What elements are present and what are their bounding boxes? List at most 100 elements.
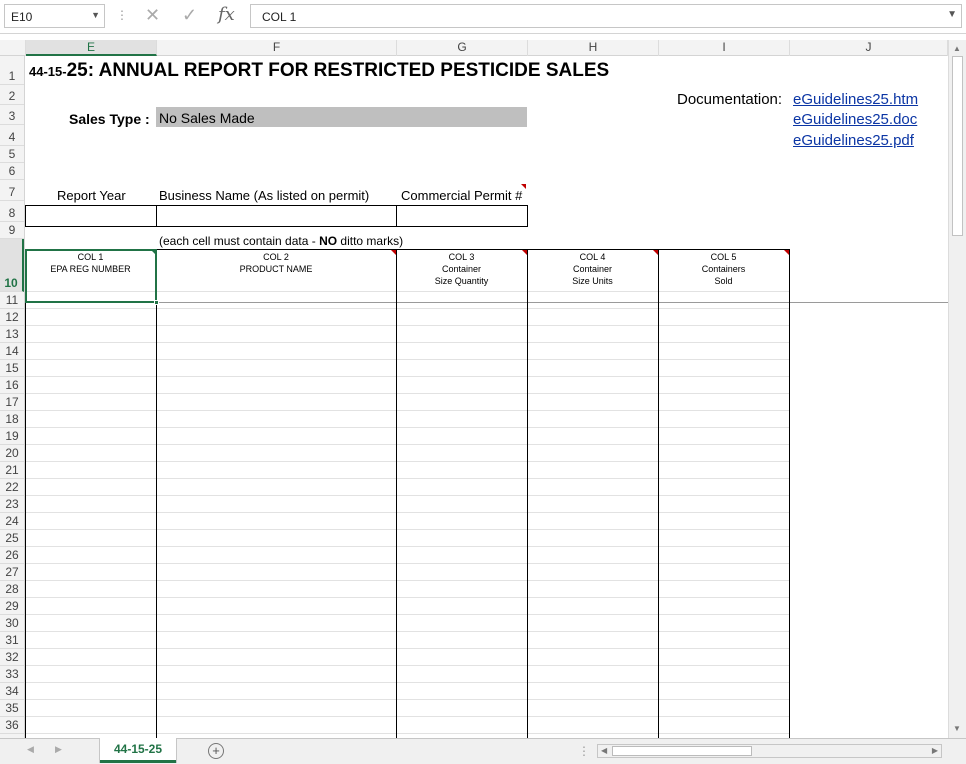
scroll-down-icon[interactable]: ▼ bbox=[953, 724, 961, 733]
row-gridline bbox=[25, 512, 790, 513]
scroll-up-icon[interactable]: ▲ bbox=[953, 44, 961, 53]
row-header-32[interactable]: 32 bbox=[0, 649, 24, 666]
row-header-22[interactable]: 22 bbox=[0, 479, 24, 496]
row-header-28[interactable]: 28 bbox=[0, 581, 24, 598]
row-header-20[interactable]: 20 bbox=[0, 445, 24, 462]
sheet-tab-bar: ◀ ▶ 44-15-25 + ⋮ ◀ ▶ bbox=[0, 738, 966, 764]
link-doc[interactable]: eGuidelines25.doc bbox=[793, 111, 917, 128]
name-box[interactable]: E10 ▼ bbox=[4, 4, 105, 28]
row-header-10[interactable]: 10 bbox=[0, 239, 24, 292]
row-header-15[interactable]: 15 bbox=[0, 360, 24, 377]
vertical-scrollbar[interactable]: ▲ ▼ bbox=[948, 40, 966, 738]
row-header-33[interactable]: 33 bbox=[0, 666, 24, 683]
row-header-8[interactable]: 8 bbox=[0, 201, 24, 222]
row-gridline bbox=[25, 495, 790, 496]
row-header-26[interactable]: 26 bbox=[0, 547, 24, 564]
column-header-g[interactable]: G bbox=[397, 40, 528, 56]
row-header-29[interactable]: 29 bbox=[0, 598, 24, 615]
row-header-1[interactable]: 1 bbox=[0, 56, 24, 85]
scroll-left-icon[interactable]: ◀ bbox=[601, 746, 607, 755]
commercial-permit-input[interactable] bbox=[396, 205, 528, 227]
row-header-35[interactable]: 35 bbox=[0, 700, 24, 717]
row-header-14[interactable]: 14 bbox=[0, 343, 24, 360]
more-options-icon[interactable]: ⋮ bbox=[116, 8, 128, 22]
row-header-18[interactable]: 18 bbox=[0, 411, 24, 428]
add-sheet-icon[interactable]: + bbox=[208, 743, 224, 759]
row-header-11[interactable]: 11 bbox=[0, 292, 24, 309]
horizontal-scroll-thumb[interactable] bbox=[612, 746, 752, 756]
select-all-corner[interactable] bbox=[0, 40, 26, 56]
sales-type-label: Sales Type : bbox=[69, 111, 150, 127]
cancel-icon[interactable]: ✕ bbox=[145, 5, 160, 26]
row-header-7[interactable]: 7 bbox=[0, 180, 24, 201]
fill-handle[interactable] bbox=[154, 300, 159, 305]
row-header-31[interactable]: 31 bbox=[0, 632, 24, 649]
column-header-j[interactable]: J bbox=[790, 40, 948, 56]
row-gridline bbox=[25, 580, 790, 581]
row-gridline bbox=[25, 410, 790, 411]
formula-value: COL 1 bbox=[262, 10, 297, 24]
row-header-4[interactable]: 4 bbox=[0, 125, 24, 146]
business-name-label: Business Name (As listed on permit) bbox=[159, 188, 370, 203]
horizontal-scrollbar[interactable]: ◀ ▶ bbox=[597, 744, 942, 758]
row-header-13[interactable]: 13 bbox=[0, 326, 24, 343]
sales-type-value: No Sales Made bbox=[159, 110, 255, 126]
expand-formula-icon[interactable]: ▼ bbox=[947, 9, 957, 20]
tab-prev-icon[interactable]: ◀ bbox=[27, 744, 34, 755]
col2-title: COL 2 bbox=[263, 252, 289, 262]
row-header-21[interactable]: 21 bbox=[0, 462, 24, 479]
row-header-34[interactable]: 34 bbox=[0, 683, 24, 700]
active-cell[interactable] bbox=[25, 249, 157, 303]
formula-input[interactable]: COL 1 ▼ bbox=[250, 4, 962, 28]
tab-44-15-25[interactable]: 44-15-25 bbox=[100, 738, 176, 763]
scroll-right-icon[interactable]: ▶ bbox=[932, 746, 938, 755]
row-gridline bbox=[25, 478, 790, 479]
row-header-25[interactable]: 25 bbox=[0, 530, 24, 547]
link-pdf[interactable]: eGuidelines25.pdf bbox=[793, 132, 914, 149]
report-year-input[interactable] bbox=[25, 205, 157, 227]
table-divider bbox=[156, 249, 157, 738]
col5-subtitle: Containers bbox=[701, 264, 746, 274]
row-header-27[interactable]: 27 bbox=[0, 564, 24, 581]
column-header-f[interactable]: F bbox=[157, 40, 397, 56]
row-header-17[interactable]: 17 bbox=[0, 394, 24, 411]
row-header-9[interactable]: 9 bbox=[0, 222, 24, 239]
cell-grid[interactable]: 44-15-25: ANNUAL REPORT FOR RESTRICTED P… bbox=[25, 56, 948, 738]
row-header-16[interactable]: 16 bbox=[0, 377, 24, 394]
row-header-5[interactable]: 5 bbox=[0, 146, 24, 163]
row-header-30[interactable]: 30 bbox=[0, 615, 24, 632]
row-header-23[interactable]: 23 bbox=[0, 496, 24, 513]
table-divider bbox=[396, 249, 397, 738]
insert-function-icon[interactable]: fx bbox=[218, 4, 235, 25]
chevron-down-icon[interactable]: ▼ bbox=[91, 10, 100, 20]
row-header-24[interactable]: 24 bbox=[0, 513, 24, 530]
link-htm[interactable]: eGuidelines25.htm bbox=[793, 91, 918, 108]
row-gridline bbox=[25, 597, 790, 598]
col4-subtitle: Container bbox=[572, 264, 613, 274]
column-header-e[interactable]: E bbox=[26, 40, 157, 56]
comment-indicator-icon[interactable] bbox=[521, 184, 526, 189]
tab-next-icon[interactable]: ▶ bbox=[55, 744, 62, 755]
column-header-h[interactable]: H bbox=[528, 40, 659, 56]
enter-icon[interactable]: ✓ bbox=[182, 5, 197, 26]
table-header-col4: COL 4 Container Size Units bbox=[527, 249, 658, 303]
row-header-3[interactable]: 3 bbox=[0, 105, 24, 125]
row-gridline bbox=[25, 648, 790, 649]
row-header-19[interactable]: 19 bbox=[0, 428, 24, 445]
row-header-2[interactable]: 2 bbox=[0, 85, 24, 105]
col5-title: COL 5 bbox=[710, 252, 737, 262]
tab-splitter-icon[interactable]: ⋮ bbox=[578, 744, 590, 758]
business-name-input[interactable] bbox=[156, 205, 397, 227]
column-header-i[interactable]: I bbox=[659, 40, 790, 56]
sales-type-dropdown[interactable]: No Sales Made bbox=[156, 107, 527, 127]
row-header-6[interactable]: 6 bbox=[0, 163, 24, 180]
row-header-12[interactable]: 12 bbox=[0, 309, 24, 326]
note-text-end: ditto marks) bbox=[337, 234, 404, 248]
col4-subtitle2: Size Units bbox=[572, 276, 613, 286]
vertical-scroll-thumb[interactable] bbox=[952, 56, 963, 236]
table-divider bbox=[658, 249, 659, 738]
row-gridline bbox=[25, 631, 790, 632]
row-header-36[interactable]: 36 bbox=[0, 717, 24, 734]
row-gridline bbox=[25, 359, 790, 360]
row-gridline bbox=[25, 665, 790, 666]
